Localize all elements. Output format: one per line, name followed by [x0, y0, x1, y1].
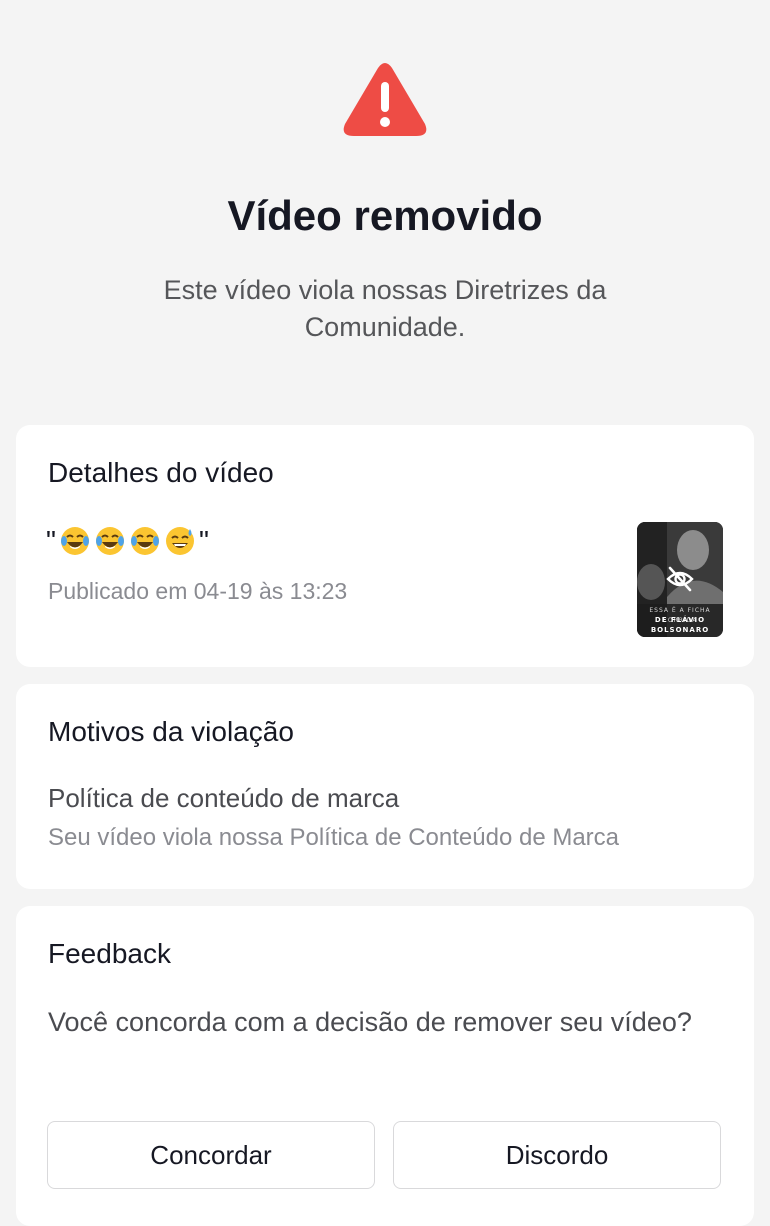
video-caption: " " — [46, 523, 209, 559]
face-with-tears-of-joy-icon — [95, 527, 124, 555]
published-date: Publicado em 04-19 às 13:23 — [48, 578, 348, 604]
page-subtitle: Este vídeo viola nossas Diretrizes da Co… — [163, 275, 607, 342]
eye-slash-icon — [666, 566, 694, 592]
caption-quote-close: " — [198, 525, 209, 556]
disagree-button[interactable]: Discordo — [393, 1121, 721, 1189]
grinning-face-with-sweat-icon — [165, 527, 194, 555]
face-with-tears-of-joy-icon — [60, 527, 89, 555]
feedback-card: Feedback Você concorda com a decisão de … — [16, 906, 754, 1226]
violation-reasons-card: Motivos da violação Política de conteúdo… — [16, 684, 754, 889]
video-details-title: Detalhes do vídeo — [48, 457, 274, 488]
feedback-title: Feedback — [48, 938, 171, 969]
violation-reasons-title: Motivos da violação — [48, 716, 294, 747]
agree-button[interactable]: Concordar — [47, 1121, 375, 1189]
policy-description: Seu vídeo viola nossa Política de Conteú… — [48, 824, 620, 851]
video-details-card: Detalhes do vídeo " " Publicado em 04-19… — [16, 425, 754, 667]
page-title: Vídeo removido — [227, 192, 543, 239]
video-thumbnail[interactable]: ESSA É A FICHA CORRIDA DE FLÁVIO BOLSONA… — [637, 522, 723, 637]
policy-name: Política de conteúdo de marca — [48, 783, 400, 813]
caption-quote-open: " — [46, 525, 56, 556]
face-with-tears-of-joy-icon — [130, 527, 159, 555]
warning-icon — [342, 60, 428, 138]
thumbnail-caption-bottom: DE FLÁVIO BOLSONARO — [650, 616, 710, 634]
feedback-question: Você concorda com a decisão de remover s… — [48, 1007, 692, 1037]
